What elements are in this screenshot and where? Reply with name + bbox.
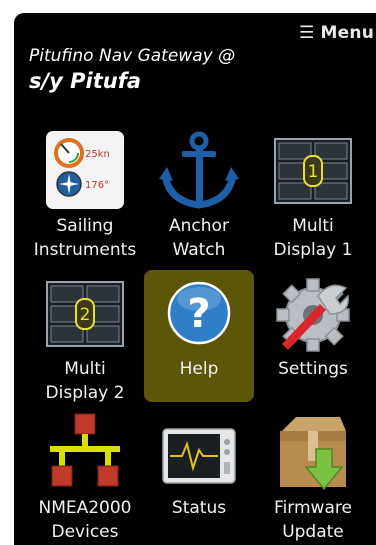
tile-label-line2: Display 2 <box>45 383 125 403</box>
tile-anchor-watch[interactable]: Anchor Watch <box>144 128 254 260</box>
multi-display-icon: 1 <box>274 138 352 204</box>
tile-multi-display-2[interactable]: 2 Multi Display 2 <box>30 271 140 403</box>
tile-label-line1: Multi <box>292 216 334 236</box>
vessel-name: s/y Pitufa <box>29 69 142 93</box>
hamburger-icon: ☰ <box>298 23 315 43</box>
network-icon <box>46 413 124 491</box>
tile-label-line1: Help <box>179 359 219 379</box>
tile-firmware-update[interactable]: Firmware Update <box>258 411 368 543</box>
tile-settings[interactable]: Settings <box>258 271 368 403</box>
tile-label-line2: Devices <box>51 522 119 542</box>
tile-help[interactable]: ? Help <box>144 270 254 402</box>
display-number: 1 <box>308 162 319 182</box>
multi-display-icon: 2 <box>46 281 124 347</box>
help-icon: ? <box>167 281 231 345</box>
firmware-box-icon <box>274 413 352 493</box>
heading-readout: 176° <box>85 180 109 191</box>
menu-button[interactable]: ☰ Menu <box>299 23 374 43</box>
tile-nmea2000-devices[interactable]: NMEA2000 Devices <box>30 411 140 543</box>
app-window: ☰ Menu Pitufino Nav Gateway @ s/y Pitufa… <box>14 13 376 545</box>
tile-label-line2: Watch <box>172 240 226 260</box>
tile-label-line1: Status <box>171 498 227 518</box>
menu-label: Menu <box>320 23 374 43</box>
sailing-instruments-icon: 25kn 176° <box>46 131 124 209</box>
tile-label-line2: Instruments <box>33 240 137 260</box>
display-number: 2 <box>80 305 91 325</box>
tile-label-line1: Anchor <box>169 216 229 236</box>
settings-icon <box>274 274 352 352</box>
tile-label-line1: NMEA2000 <box>38 498 132 518</box>
tile-status[interactable]: Status <box>144 411 254 543</box>
status-monitor-icon <box>162 428 236 484</box>
anchor-icon <box>159 131 239 211</box>
tile-label-line2: Display 1 <box>273 240 353 260</box>
help-glyph: ? <box>187 291 210 337</box>
tile-label-line1: Multi <box>64 359 106 379</box>
speed-readout: 25kn <box>85 149 110 160</box>
tile-label-line1: Sailing <box>56 216 114 236</box>
tile-multi-display-1[interactable]: 1 Multi Display 1 <box>258 128 368 260</box>
tile-label-line2: Update <box>282 522 344 542</box>
tile-label-line1: Firmware <box>274 498 352 518</box>
tile-label-line1: Settings <box>278 359 348 379</box>
gateway-title: Pitufino Nav Gateway @ <box>29 46 236 66</box>
tile-sailing-instruments[interactable]: 25kn 176° Sailing Instruments <box>30 128 140 260</box>
